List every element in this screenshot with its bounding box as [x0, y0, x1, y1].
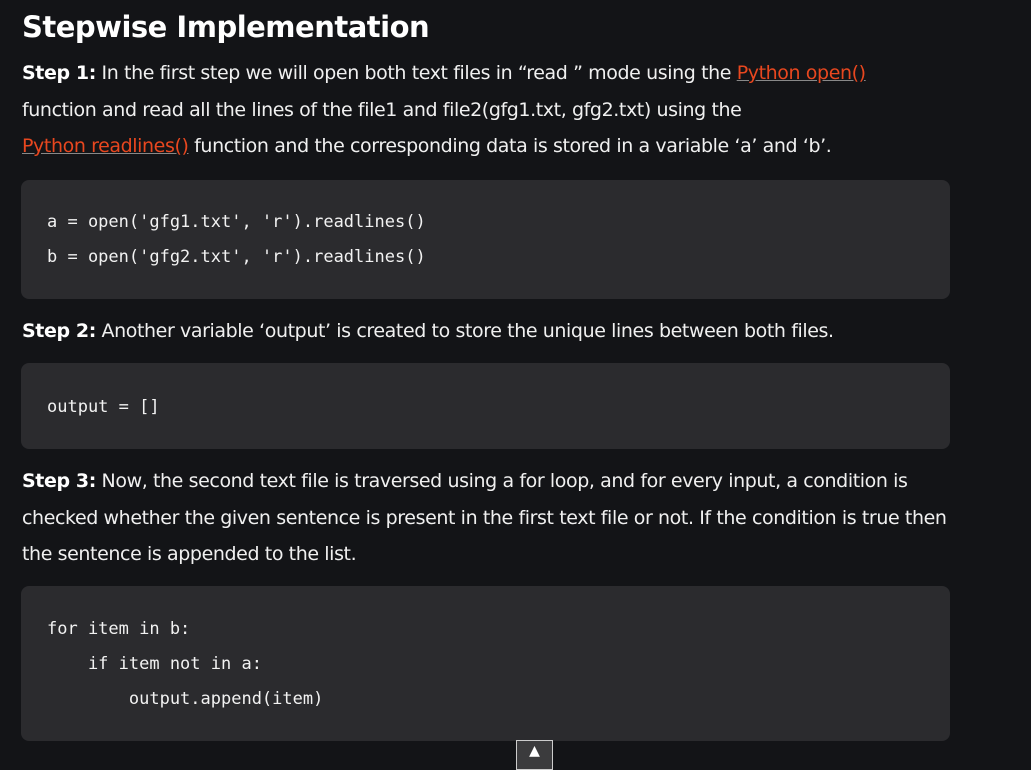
step1-text-3: function and the corresponding data is s…: [188, 135, 832, 157]
step2-label: Step 2:: [22, 320, 96, 342]
code-line: a = open('gfg1.txt', 'r').readlines(): [47, 212, 426, 232]
python-readlines-link[interactable]: Python readlines(): [22, 135, 189, 157]
code-line: output = []: [47, 397, 160, 417]
step1-text: In the first step we will open both text…: [95, 62, 737, 84]
code-line: for item in b:: [47, 619, 191, 639]
step2-text: Another variable ‘output’ is created to …: [95, 320, 835, 342]
step3-paragraph: Step 3: Now, the second text file is tra…: [22, 463, 947, 573]
step1-label: Step 1:: [22, 62, 96, 84]
code-block-3: for item in b: if item not in a: output.…: [21, 586, 950, 741]
code-line: if item not in a:: [47, 654, 262, 674]
code-line: b = open('gfg2.txt', 'r').readlines(): [47, 247, 426, 267]
step1-paragraph: Step 1: In the first step we will open b…: [22, 55, 962, 165]
step3-text: Now, the second text file is traversed u…: [22, 470, 947, 565]
section-heading: Stepwise Implementation: [22, 10, 430, 44]
step3-label: Step 3:: [22, 470, 96, 492]
arrow-up-icon: ▲: [529, 743, 540, 759]
code-block-1: a = open('gfg1.txt', 'r').readlines() b …: [21, 180, 950, 299]
step2-paragraph: Step 2: Another variable ‘output’ is cre…: [22, 313, 962, 350]
python-open-link[interactable]: Python open(): [737, 62, 866, 84]
step1-text-2: function and read all the lines of the f…: [22, 98, 742, 121]
code-line: output.append(item): [47, 689, 324, 709]
code-block-2: output = []: [21, 363, 950, 449]
scroll-to-top-button[interactable]: ▲: [516, 740, 553, 770]
